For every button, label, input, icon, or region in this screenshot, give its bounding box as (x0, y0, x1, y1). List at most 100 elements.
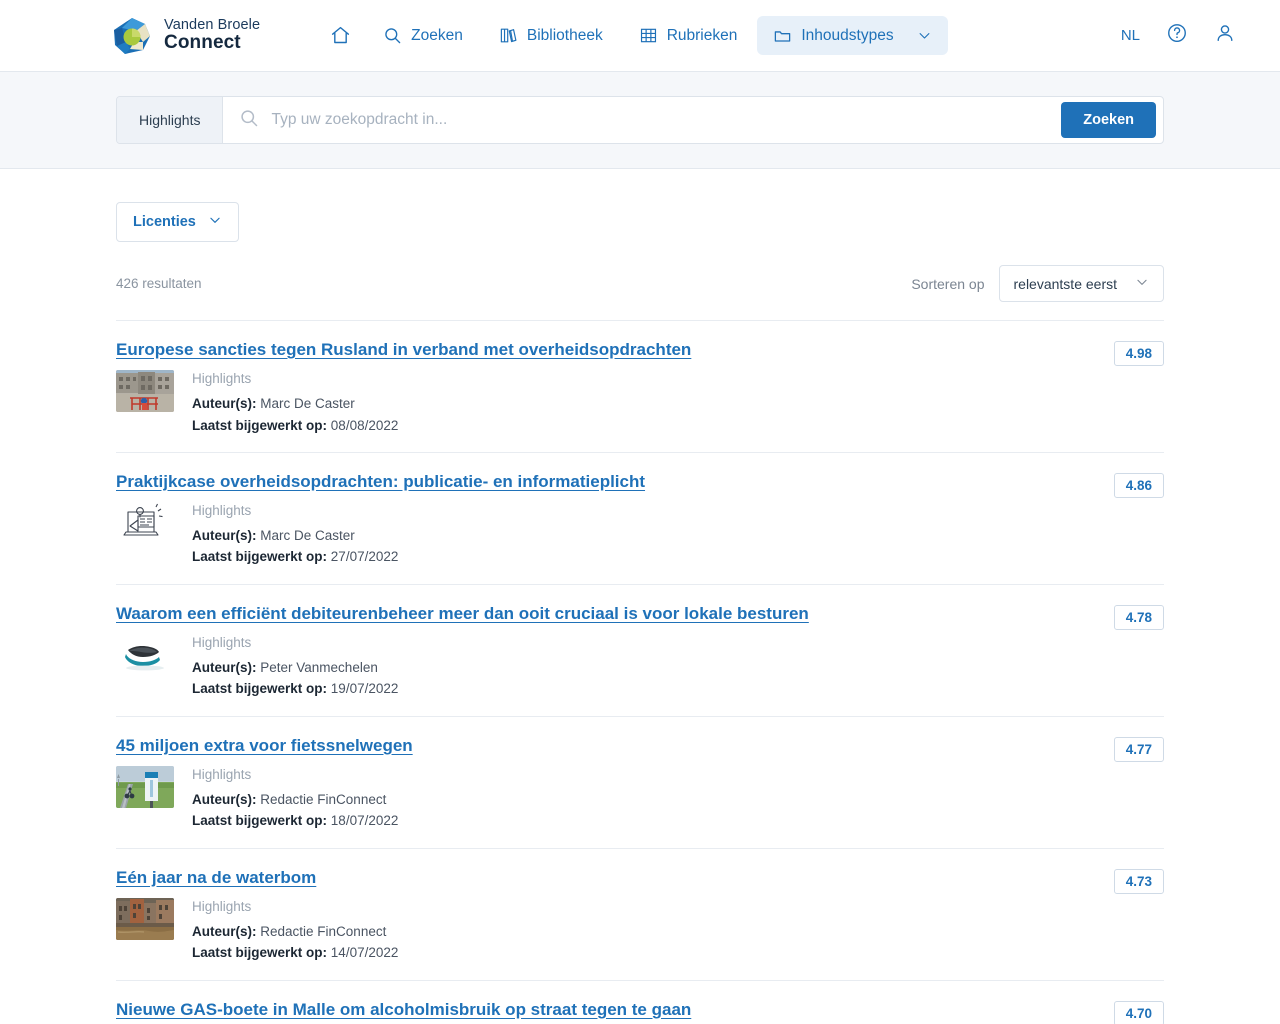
faceted-gem-logo-icon (114, 17, 150, 54)
bike-path-signpost-photo-thumbnail[interactable] (116, 765, 174, 808)
result-updated: Laatst bijgewerkt op: 08/08/2022 (192, 415, 398, 436)
result-updated: Laatst bijgewerkt op: 18/07/2022 (192, 810, 398, 831)
results-page: Licenties 426 resultaten Sorteren op rel… (0, 169, 1280, 1024)
nav-zoeken-label: Zoeken (411, 26, 463, 44)
user-icon[interactable] (1214, 22, 1236, 49)
result-item: Europese sancties tegen Rusland in verba… (116, 320, 1164, 452)
header-right-controls: NL (1121, 22, 1256, 49)
nav-inhoudstypes[interactable]: Inhoudstypes (757, 16, 948, 55)
result-title-link[interactable]: Praktijkcase overheidsopdrachten: public… (116, 471, 645, 492)
search-icon (383, 26, 402, 45)
search-field-wrapper (223, 97, 1061, 143)
licenties-filter-button[interactable]: Licenties (116, 202, 239, 242)
result-body: Highlights Auteur(s): Peter Vanmechelen … (116, 634, 1096, 700)
result-title-link[interactable]: Nieuwe GAS-boete in Malle om alcoholmisb… (116, 999, 691, 1020)
result-score-badge: 4.70 (1113, 1000, 1164, 1024)
result-title-link[interactable]: Eén jaar na de waterbom (116, 867, 316, 888)
result-updated: Laatst bijgewerkt op: 14/07/2022 (192, 942, 398, 963)
updated-value: 14/07/2022 (330, 945, 399, 961)
result-item: Praktijkcase overheidsopdrachten: public… (116, 451, 1164, 584)
result-title-link[interactable]: Waarom een efficiënt debiteurenbeheer me… (116, 603, 809, 624)
result-title-link[interactable]: Europese sancties tegen Rusland in verba… (116, 339, 691, 360)
result-kicker: Highlights (192, 766, 252, 782)
result-body: Highlights Auteur(s): Marc De Caster Laa… (116, 370, 1096, 436)
result-title-link[interactable]: 45 miljoen extra voor fietssnelwegen (116, 735, 413, 756)
damaged-building-photo-thumbnail[interactable] (116, 370, 174, 413)
brand-line-1: Vanden Broele (164, 16, 261, 33)
result-body: Highlights Auteur(s): Redactie FinConnec… (116, 897, 1096, 964)
search-submit-button[interactable]: Zoeken (1061, 102, 1156, 138)
authors-label: Auteur(s): (192, 660, 257, 676)
result-content: Eén jaar na de waterbom Highlights Auteu… (116, 867, 1096, 964)
search-input[interactable] (271, 111, 1046, 129)
chevron-down-icon (208, 213, 222, 231)
result-content: Nieuwe GAS-boete in Malle om alcoholmisb… (116, 999, 1096, 1024)
laptop-megaphone-illustration-thumbnail[interactable] (116, 502, 174, 545)
result-score-badge: 4.77 (1113, 736, 1164, 762)
result-item: Eén jaar na de waterbom Highlights Auteu… (116, 847, 1164, 980)
open-wallet-photo (116, 634, 174, 677)
updated-label: Laatst bijgewerkt op: (192, 549, 328, 565)
result-body: Highlights Auteur(s): Marc De Caster Laa… (116, 502, 1096, 568)
result-content: Praktijkcase overheidsopdrachten: public… (116, 471, 1096, 568)
results-meta-row: 426 resultaten Sorteren op relevantste e… (116, 265, 1164, 320)
updated-value: 27/07/2022 (330, 549, 399, 565)
licenties-filter-label: Licenties (133, 214, 196, 230)
result-score-badge: 4.73 (1113, 868, 1164, 894)
result-updated: Laatst bijgewerkt op: 27/07/2022 (192, 546, 398, 567)
damaged-building-photo (116, 370, 174, 413)
chevron-down-icon (1135, 275, 1149, 292)
result-authors: Auteur(s): Peter Vanmechelen (192, 657, 398, 678)
books-icon (499, 26, 518, 45)
result-authors: Auteur(s): Marc De Caster (192, 525, 398, 546)
language-switcher[interactable]: NL (1121, 27, 1140, 44)
sort-select[interactable]: relevantste eerst (998, 265, 1164, 302)
search-band: Highlights Zoeken (0, 72, 1280, 169)
search-box: Highlights Zoeken (116, 96, 1164, 144)
result-content: Waarom een efficiënt debiteurenbeheer me… (116, 603, 1096, 700)
result-kicker: Highlights (192, 635, 252, 651)
updated-value: 19/07/2022 (330, 681, 399, 697)
result-content: Europese sancties tegen Rusland in verba… (116, 339, 1096, 436)
authors-value: Redactie FinConnect (260, 791, 387, 807)
nav-bibliotheek[interactable]: Bibliotheek (483, 16, 619, 55)
question-circle-icon[interactable] (1166, 22, 1188, 49)
result-kicker: Highlights (192, 503, 252, 519)
result-score-badge: 4.78 (1113, 604, 1164, 630)
result-body: Highlights Auteur(s): Redactie FinConnec… (116, 765, 1096, 832)
sort-label: Sorteren op (911, 275, 985, 292)
nav-bibliotheek-label: Bibliotheek (526, 26, 603, 44)
result-content: 45 miljoen extra voor fietssnelwegen Hig… (116, 735, 1096, 832)
result-authors: Auteur(s): Redactie FinConnect (192, 921, 398, 942)
authors-label: Auteur(s): (192, 923, 257, 939)
open-wallet-photo-thumbnail[interactable] (116, 634, 174, 677)
search-scope-selector[interactable]: Highlights (117, 97, 224, 143)
result-metadata: Highlights Auteur(s): Marc De Caster Laa… (192, 502, 398, 568)
flooded-houses-photo-thumbnail[interactable] (116, 897, 174, 940)
main-navigation: Zoeken Bibliotheek Rubrieken Inhoudstype… (318, 15, 948, 56)
result-count: 426 resultaten (116, 276, 202, 291)
result-score-badge: 4.86 (1113, 472, 1164, 498)
authors-label: Auteur(s): (192, 396, 257, 412)
updated-value: 08/08/2022 (330, 417, 399, 433)
result-metadata: Highlights Auteur(s): Redactie FinConnec… (192, 898, 398, 964)
result-item: 45 miljoen extra voor fietssnelwegen Hig… (116, 715, 1164, 848)
result-authors: Auteur(s): Redactie FinConnect (192, 789, 398, 810)
result-updated: Laatst bijgewerkt op: 19/07/2022 (192, 678, 398, 699)
nav-rubrieken[interactable]: Rubrieken (623, 16, 754, 55)
updated-label: Laatst bijgewerkt op: (192, 813, 328, 829)
flooded-houses-photo (116, 897, 174, 940)
result-kicker: Highlights (192, 371, 252, 387)
authors-label: Auteur(s): (192, 528, 257, 544)
authors-value: Marc De Caster (260, 528, 355, 544)
grid-icon (639, 26, 658, 45)
brand-logo[interactable]: Vanden Broele Connect (112, 16, 260, 56)
nav-home[interactable] (318, 15, 363, 56)
authors-label: Auteur(s): (192, 791, 257, 807)
updated-value: 18/07/2022 (330, 813, 399, 829)
nav-zoeken[interactable]: Zoeken (367, 16, 479, 55)
chevron-down-icon (917, 28, 932, 43)
result-score-badge: 4.98 (1113, 341, 1164, 366)
result-item: Nieuwe GAS-boete in Malle om alcoholmisb… (116, 979, 1164, 1024)
result-metadata: Highlights Auteur(s): Peter Vanmechelen … (192, 634, 398, 700)
